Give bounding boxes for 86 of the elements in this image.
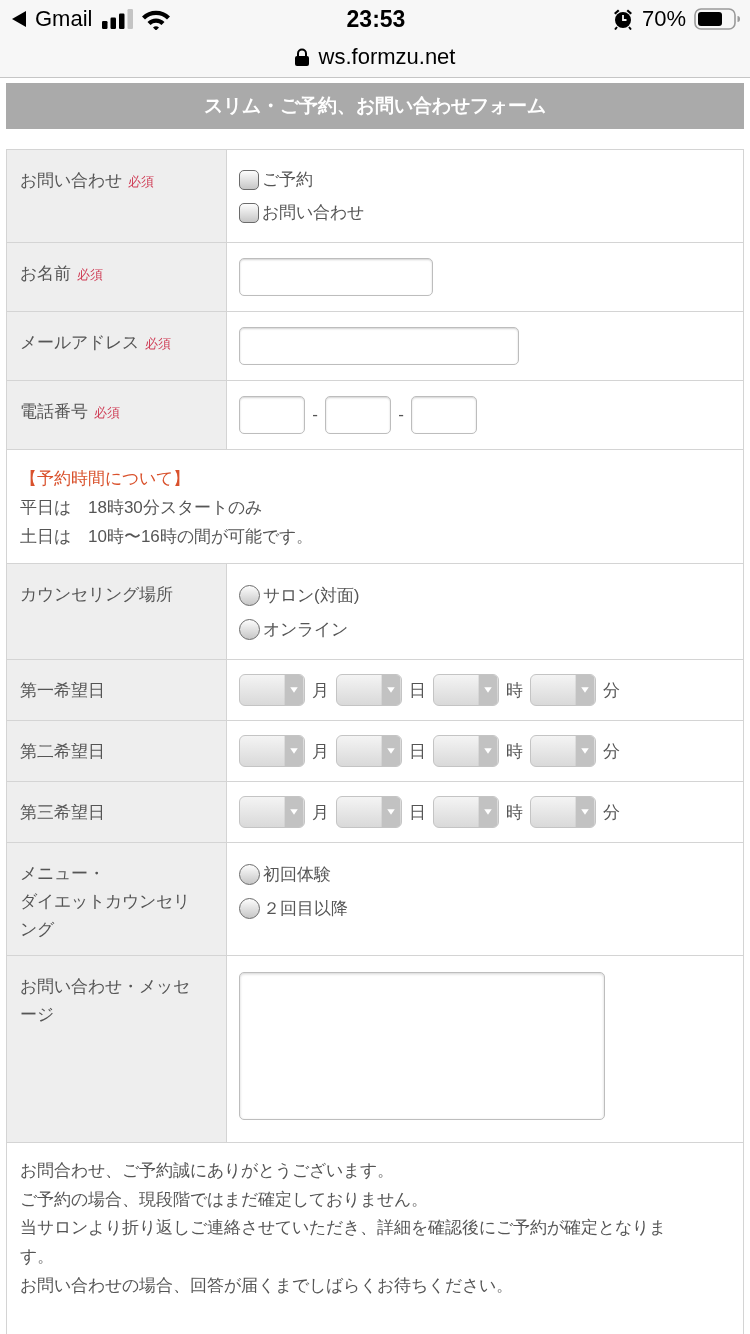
dropdown[interactable] [530,796,596,828]
message-text: 当サロンより折り返しご連絡させていただき、詳細を確認後にご予約が確定となります。 [20,1217,667,1269]
unit-label: 日 [408,801,427,824]
unit-label: 分 [602,801,621,824]
message-text: ご予約の場合、現段階ではまだ確定しておりません。 [20,1188,428,1211]
field-label: お問い合わせ [20,171,122,190]
dropdown[interactable] [239,735,305,767]
message-text: お問い合わせの場合、回答が届くまでしばらくお待ちください。 [20,1274,513,1297]
radio-button[interactable] [239,863,260,885]
signal-icon [102,9,134,30]
phone-field[interactable] [411,396,477,434]
unit-label: 時 [505,801,524,824]
phone-separator: - [397,405,405,425]
dropdown[interactable] [433,735,499,767]
notice-text: 平日は 18時30分スタートのみ [20,497,262,519]
option-label[interactable]: お問い合わせ [262,201,364,224]
caret-icon [575,675,595,705]
option-label[interactable]: 初回体験 [263,862,331,886]
required-note: 必須 [145,336,171,351]
dropdown[interactable] [336,674,402,706]
checkbox[interactable] [239,169,259,190]
caret-icon [478,797,498,827]
caret-icon [478,675,498,705]
dropdown[interactable] [239,674,305,706]
field-label: 第一希望日 [20,681,105,700]
radio-button[interactable] [239,618,260,640]
unit-label: 分 [602,679,621,702]
option-label[interactable]: オンライン [263,617,348,641]
required-note: 必須 [128,174,154,189]
notice-heading: 【予約時間について】 [20,468,190,490]
radio-button[interactable] [239,584,260,606]
caret-icon [478,736,498,766]
field-label: メニュー・ ダイエットカウンセリング [20,864,190,939]
option-label[interactable]: ご予約 [262,168,313,191]
caret-icon [575,797,595,827]
field-label: 第二希望日 [20,742,105,761]
caret-icon [284,797,304,827]
caret-icon [381,736,401,766]
caret-icon [381,797,401,827]
name-field[interactable] [239,258,433,296]
wifi-icon [141,8,172,31]
battery-percentage: 70% [641,6,686,33]
url-text[interactable]: ws.formzu.net [318,44,456,70]
phone-field[interactable] [325,396,391,434]
field-label: お名前 [20,264,71,283]
caret-icon [284,675,304,705]
field-label: お問い合わせ・メッセージ [20,977,190,1024]
required-note: 必須 [94,405,120,420]
unit-label: 日 [408,740,427,763]
dropdown[interactable] [433,674,499,706]
required-note: 必須 [77,267,103,282]
unit-label: 月 [311,801,330,824]
unit-label: 日 [408,679,427,702]
message-field[interactable] [239,972,605,1120]
notice-text: 土日は 10時〜16時の間が可能です。 [20,526,313,548]
unit-label: 時 [505,740,524,763]
dropdown[interactable] [239,796,305,828]
battery-icon [694,8,740,31]
phone-field[interactable] [239,396,305,434]
email-field[interactable] [239,327,519,365]
back-to-app-button[interactable]: Gmail [12,6,93,33]
radio-button[interactable] [239,897,260,919]
dropdown[interactable] [336,735,402,767]
field-label: メールアドレス [20,333,139,352]
back-arrow-icon [12,11,26,28]
caret-icon [284,736,304,766]
dropdown[interactable] [530,674,596,706]
message-text: お問合わせ、ご予約誠にありがとうございます。 [20,1160,394,1182]
dropdown[interactable] [336,796,402,828]
checkbox[interactable] [239,202,259,223]
field-label: 電話番号 [20,402,88,421]
clock-time: 23:53 [346,6,406,33]
unit-label: 時 [505,679,524,702]
field-label: カウンセリング場所 [20,585,173,604]
field-label: 第三希望日 [20,803,105,822]
caret-icon [381,675,401,705]
phone-separator: - [311,405,319,425]
unit-label: 月 [311,740,330,763]
unit-label: 月 [311,679,330,702]
option-label[interactable]: サロン(対面) [263,583,360,607]
dropdown[interactable] [530,735,596,767]
option-label[interactable]: ２回目以降 [263,896,348,920]
form-title: スリム・ご予約、お問い合わせフォーム [6,83,744,129]
caret-icon [575,736,595,766]
dropdown[interactable] [433,796,499,828]
unit-label: 分 [602,740,621,763]
